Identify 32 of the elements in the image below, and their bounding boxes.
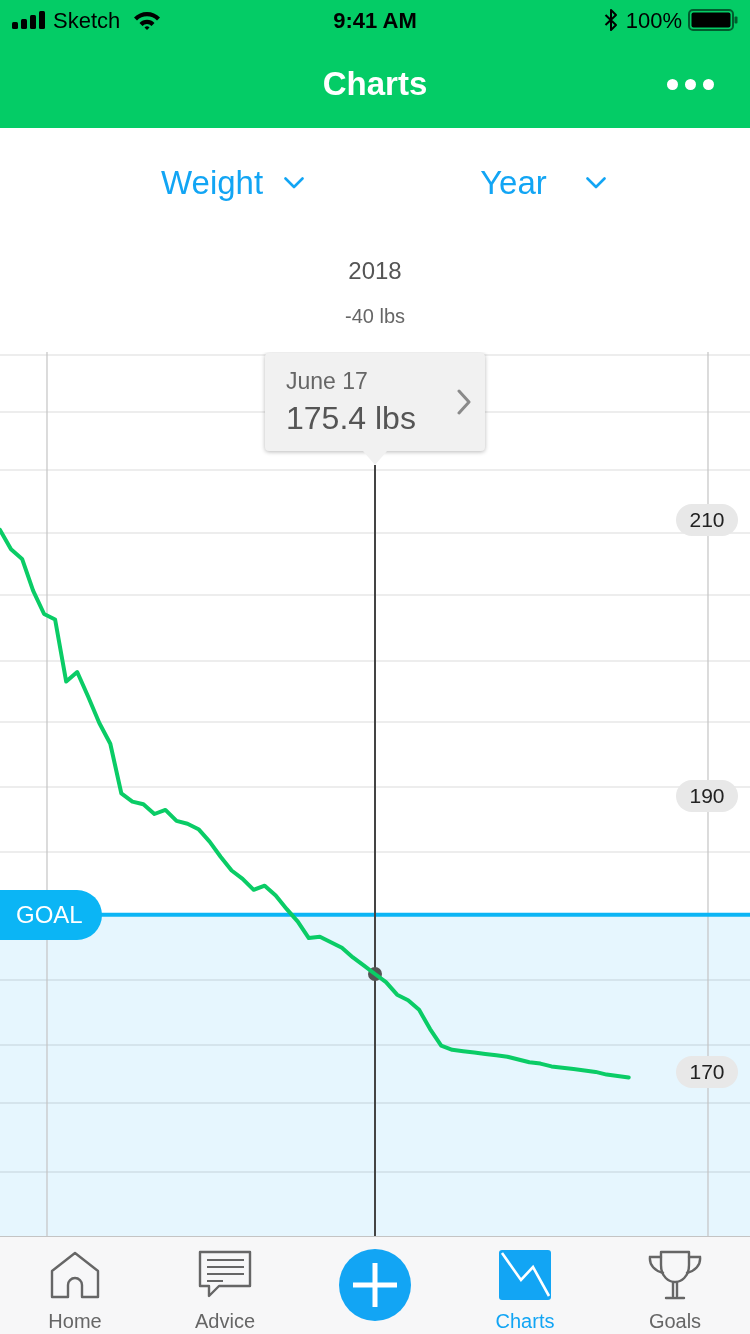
tooltip-value: 175.4 lbs bbox=[286, 399, 416, 437]
bluetooth-icon bbox=[603, 8, 618, 32]
tooltip[interactable]: June 17 175.4 lbs bbox=[265, 353, 485, 451]
y-axis-label: 210 bbox=[676, 504, 738, 537]
battery-percentage: 100% bbox=[625, 6, 682, 35]
home-tab[interactable]: Home bbox=[48, 1237, 102, 1334]
plus-icon bbox=[353, 1263, 397, 1307]
chevron-right-icon bbox=[457, 389, 471, 415]
line-chart-icon bbox=[499, 1250, 551, 1300]
screen-title: Charts bbox=[322, 64, 428, 105]
metric-dropdown[interactable]: Weight bbox=[161, 163, 305, 203]
house-icon bbox=[48, 1250, 102, 1300]
speech-bubble-icon bbox=[198, 1250, 252, 1300]
y-axis-label: 190 bbox=[676, 780, 738, 813]
tooltip-date: June 17 bbox=[286, 367, 369, 395]
carrier-name: Sketch bbox=[53, 6, 121, 35]
trophy-icon bbox=[646, 1250, 704, 1300]
goals-tab[interactable]: Goals bbox=[646, 1237, 704, 1334]
battery-icon bbox=[688, 9, 738, 31]
advice-tab[interactable]: Advice bbox=[195, 1237, 255, 1334]
point-marker-icon bbox=[368, 967, 382, 981]
wifi-icon bbox=[134, 10, 161, 30]
status-time: 9:41 AM bbox=[333, 6, 417, 35]
summary-period: 2018 bbox=[348, 256, 402, 286]
more-icon[interactable] bbox=[667, 78, 714, 90]
signal-icon bbox=[12, 11, 46, 29]
summary-change: -40 lbs bbox=[345, 304, 405, 329]
chevron-down-icon bbox=[585, 177, 606, 189]
period-dropdown[interactable]: Year bbox=[480, 163, 606, 203]
tooltip-pointer bbox=[363, 451, 387, 465]
chevron-down-icon bbox=[284, 177, 305, 189]
goal-label: GOAL bbox=[0, 889, 102, 940]
